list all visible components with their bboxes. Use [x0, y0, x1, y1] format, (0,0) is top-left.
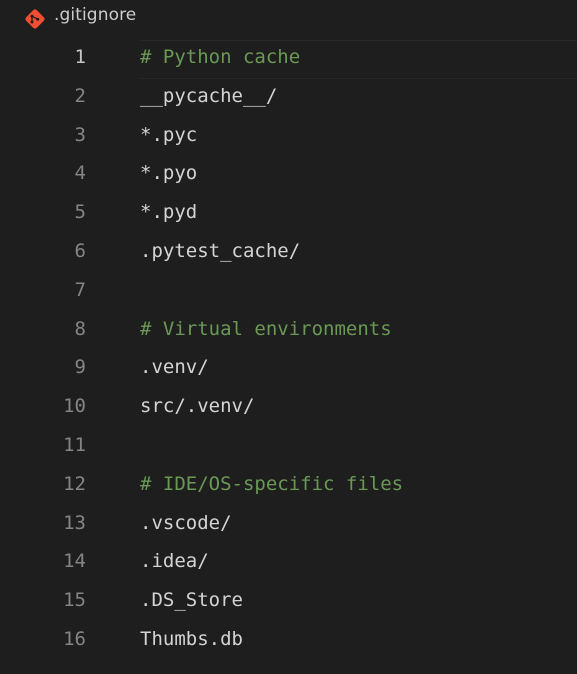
line-text[interactable]: *.pyo: [140, 162, 197, 184]
line-number: 6: [74, 239, 86, 262]
line-number: 1: [74, 46, 86, 68]
code-line[interactable]: 3 *.pyc: [0, 118, 577, 157]
line-text[interactable]: *.pyc: [140, 124, 197, 146]
code-area[interactable]: 1 # Python cache 2 __pycache__/ 3 *.pyc 4 *.pyo…: [0, 40, 577, 661]
comment-text[interactable]: # Virtual environments: [140, 318, 392, 340]
line-text[interactable]: .pytest_cache/: [140, 240, 300, 262]
git-icon: [25, 9, 45, 29]
code-line[interactable]: 6 .pytest_cache/: [0, 234, 577, 273]
code-line[interactable]: 2 __pycache__/: [0, 79, 577, 118]
file-name[interactable]: .gitignore: [54, 5, 136, 25]
line-number: 4: [74, 162, 86, 185]
line-number: 5: [74, 201, 86, 224]
line-number: 2: [74, 84, 86, 107]
code-line[interactable]: 15 .DS_Store: [0, 583, 577, 622]
line-text[interactable]: *.pyd: [140, 201, 197, 223]
file-header: .gitignore: [0, 0, 577, 36]
line-number: 9: [74, 356, 86, 379]
code-line[interactable]: 13 .vscode/: [0, 506, 577, 545]
code-line[interactable]: 5 *.pyd: [0, 195, 577, 234]
line-text[interactable]: src/.venv/: [140, 395, 254, 417]
code-line[interactable]: 1 # Python cache: [0, 40, 577, 79]
line-text[interactable]: .idea/: [140, 550, 209, 572]
code-line[interactable]: 14 .idea/: [0, 544, 577, 583]
line-text[interactable]: __pycache__/: [140, 85, 277, 107]
line-number: 11: [63, 433, 86, 456]
line-number: 8: [74, 317, 86, 340]
comment-text[interactable]: # IDE/OS-specific files: [140, 473, 403, 495]
line-text[interactable]: .vscode/: [140, 512, 232, 534]
line-text[interactable]: Thumbs.db: [140, 628, 243, 650]
comment-text[interactable]: # Python cache: [140, 46, 300, 68]
line-text[interactable]: .DS_Store: [140, 589, 243, 611]
code-line[interactable]: 4 *.pyo: [0, 156, 577, 195]
line-number: 14: [63, 550, 86, 573]
line-text[interactable]: .venv/: [140, 356, 209, 378]
code-line[interactable]: 10 src/.venv/: [0, 389, 577, 428]
code-line[interactable]: 7: [0, 273, 577, 312]
line-number: 3: [74, 123, 86, 146]
code-line[interactable]: 9 .venv/: [0, 350, 577, 389]
code-line[interactable]: 8 # Virtual environments: [0, 312, 577, 351]
line-number: 16: [63, 627, 86, 650]
line-number: 12: [63, 472, 86, 495]
code-line[interactable]: 12 # IDE/OS-specific files: [0, 467, 577, 506]
code-line[interactable]: 16 Thumbs.db: [0, 622, 577, 661]
line-number: 13: [63, 511, 86, 534]
code-editor[interactable]: .gitignore 1 # Python cache 2 __pycache__/ 3…: [0, 0, 577, 674]
line-number: 10: [63, 395, 86, 418]
code-line[interactable]: 11: [0, 428, 577, 467]
line-number: 7: [74, 278, 86, 301]
line-number: 15: [63, 589, 86, 612]
